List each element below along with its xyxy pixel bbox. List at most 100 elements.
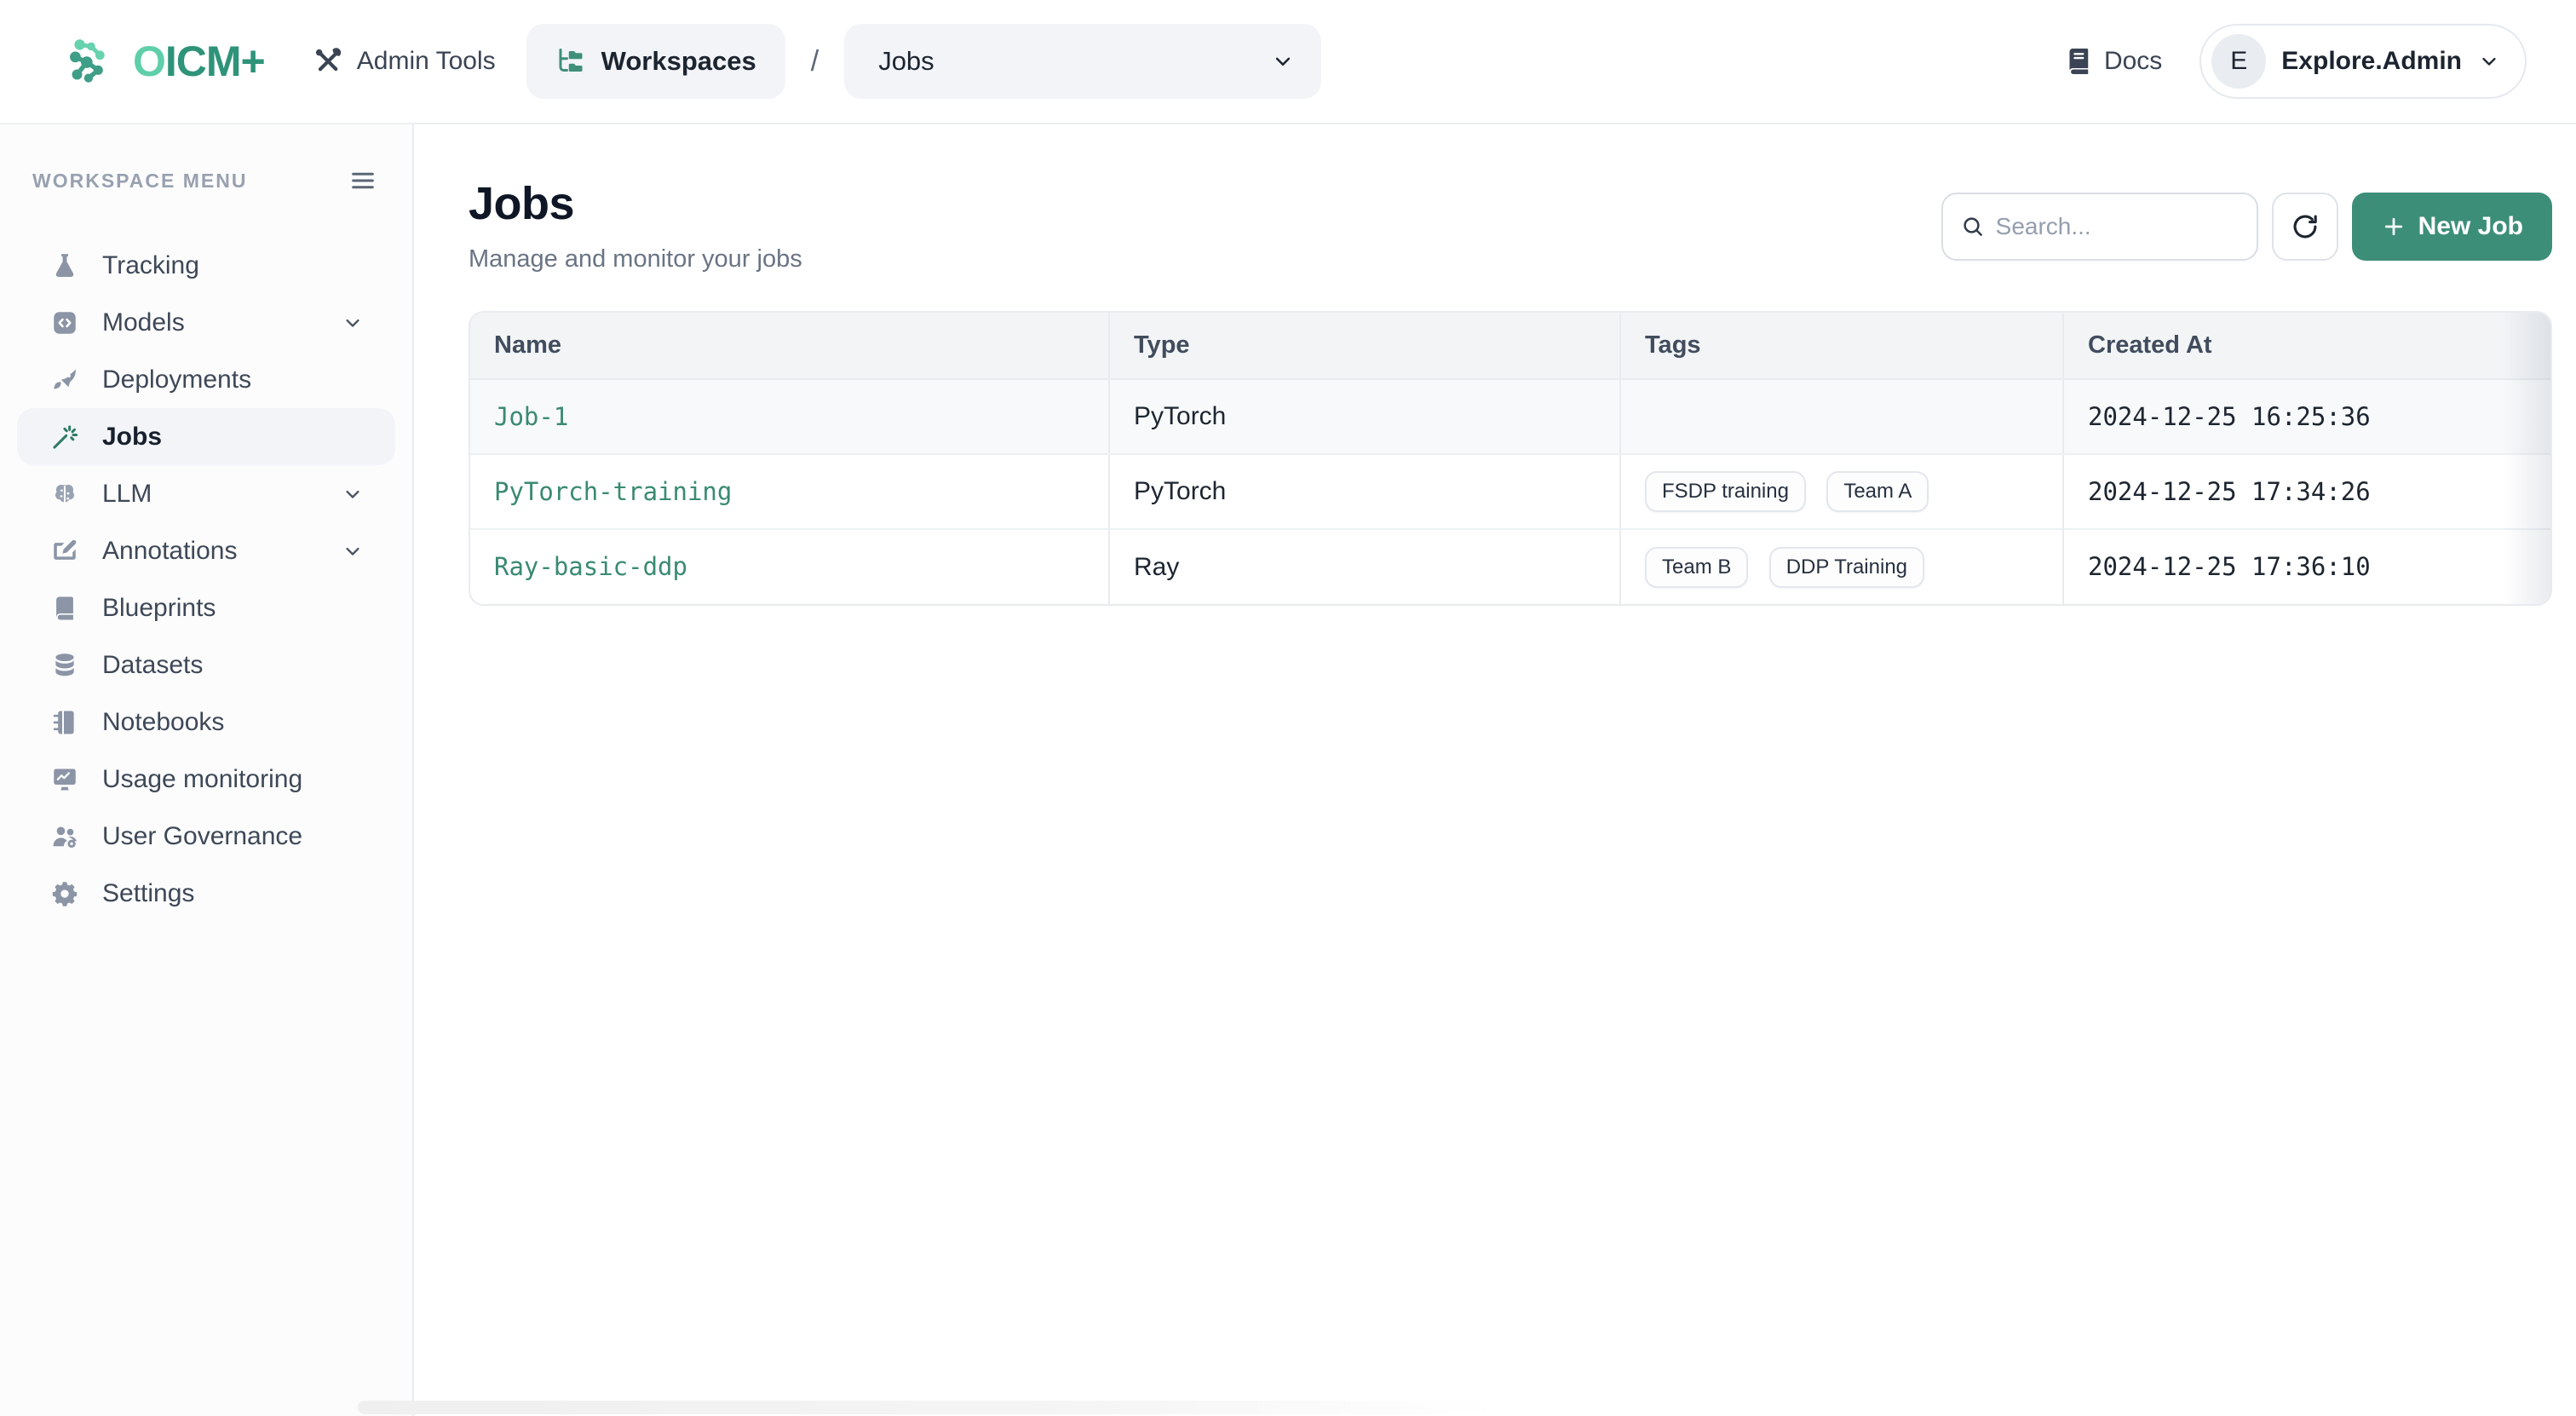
folder-tree-icon (555, 46, 586, 77)
workspaces-label: Workspaces (601, 46, 756, 77)
tag-badge: FSDP training (1645, 471, 1806, 512)
plus-icon (2381, 214, 2406, 239)
notebook-icon (49, 707, 80, 738)
sidebar-item-label: Usage monitoring (102, 765, 302, 794)
sidebar: WORKSPACE MENU Tracking Models (0, 124, 414, 1416)
job-name-link[interactable]: PyTorch-training (494, 477, 732, 506)
sidebar-item-label: Notebooks (102, 708, 224, 737)
hamburger-icon (348, 166, 377, 195)
workspaces-button[interactable]: Workspaces (526, 24, 785, 99)
tag-badge: Team A (1826, 471, 1929, 512)
chevron-down-icon (2477, 49, 2501, 73)
jobs-table: Name Type Tags Created At Job-1 PyTorch … (469, 311, 2552, 606)
users-gear-icon (49, 821, 80, 852)
job-name-link[interactable]: Ray-basic-ddp (494, 552, 687, 581)
job-name-link[interactable]: Job-1 (494, 402, 568, 431)
docs-label: Docs (2104, 47, 2162, 76)
table-header-row: Name Type Tags Created At (470, 313, 2550, 379)
sidebar-item-models[interactable]: Models (17, 294, 395, 351)
brain-icon (49, 479, 80, 509)
book-icon (49, 593, 80, 624)
tag-badge: Team B (1645, 547, 1748, 588)
column-header-created-at: Created At (2063, 313, 2550, 379)
job-tags-cell (1620, 379, 2063, 454)
monitor-chart-icon (49, 764, 80, 795)
sidebar-item-annotations[interactable]: Annotations (17, 522, 395, 579)
column-header-name: Name (470, 313, 1109, 379)
sidebar-item-label: Blueprints (102, 594, 216, 623)
rocket-icon (49, 365, 80, 395)
wand-sparkles-icon (49, 422, 80, 452)
sidebar-item-label: LLM (102, 480, 152, 509)
sidebar-item-user-governance[interactable]: User Governance (17, 808, 395, 865)
workspace-selector[interactable]: Jobs (844, 24, 1321, 99)
job-tags-cell: FSDP training Team A (1620, 454, 2063, 529)
sidebar-item-blueprints[interactable]: Blueprints (17, 579, 395, 636)
sidebar-item-label: Annotations (102, 537, 237, 566)
sidebar-item-tracking[interactable]: Tracking (17, 237, 395, 294)
search-input[interactable] (1996, 213, 2240, 240)
sidebar-nav: Tracking Models (0, 237, 412, 922)
column-header-type: Type (1109, 313, 1620, 379)
table-row: Job-1 PyTorch 2024-12-25 16:25:36 (470, 379, 2550, 454)
created-at-value: 2024-12-25 17:36:10 (2088, 552, 2371, 581)
table-row: PyTorch-training PyTorch FSDP training T… (470, 454, 2550, 529)
page-title: Jobs (469, 177, 802, 230)
admin-tools-button[interactable]: Admin Tools (313, 46, 496, 77)
created-at-value: 2024-12-25 17:34:26 (2088, 477, 2371, 506)
admin-tools-label: Admin Tools (357, 47, 496, 76)
sidebar-item-label: Datasets (102, 651, 203, 680)
user-name: Explore.Admin (2281, 47, 2462, 76)
workspace-menu-label: WORKSPACE MENU (32, 170, 247, 193)
sidebar-item-jobs[interactable]: Jobs (17, 408, 395, 465)
created-at-value: 2024-12-25 16:25:36 (2088, 402, 2371, 431)
book-icon (2063, 46, 2094, 77)
sidebar-collapse-button[interactable] (344, 162, 382, 199)
job-type: PyTorch (1134, 402, 1226, 430)
logo-molecule-icon (63, 33, 119, 89)
user-menu[interactable]: E Explore.Admin (2199, 24, 2527, 99)
edit-square-icon (49, 536, 80, 567)
chevron-down-icon (341, 482, 365, 506)
sidebar-item-notebooks[interactable]: Notebooks (17, 694, 395, 751)
new-job-label: New Job (2418, 212, 2523, 241)
flask-icon (49, 250, 80, 281)
sidebar-item-label: User Governance (102, 822, 302, 851)
refresh-button[interactable] (2272, 193, 2338, 261)
tag-badge: DDP Training (1769, 547, 1924, 588)
sidebar-item-usage-monitoring[interactable]: Usage monitoring (17, 751, 395, 808)
column-header-tags: Tags (1620, 313, 2063, 379)
code-square-icon (49, 308, 80, 338)
sidebar-item-label: Tracking (102, 251, 199, 280)
job-type: PyTorch (1134, 477, 1226, 505)
sidebar-item-datasets[interactable]: Datasets (17, 636, 395, 694)
sidebar-item-label: Jobs (102, 423, 162, 452)
admin-tools-icon (313, 46, 343, 77)
job-type: Ray (1134, 553, 1179, 581)
breadcrumb-separator: / (811, 45, 819, 78)
database-icon (49, 650, 80, 681)
topbar: OICM+ Admin Tools (0, 0, 2576, 124)
chevron-down-icon (341, 539, 365, 563)
refresh-icon (2291, 212, 2320, 241)
page-subtitle: Manage and monitor your jobs (469, 245, 802, 273)
chevron-down-icon (341, 311, 365, 335)
sidebar-item-llm[interactable]: LLM (17, 465, 395, 522)
new-job-button[interactable]: New Job (2352, 193, 2552, 261)
sidebar-item-label: Settings (102, 879, 194, 908)
horizontal-scrollbar[interactable] (358, 1401, 1499, 1414)
logo-text: OICM+ (133, 37, 265, 86)
gear-icon (49, 878, 80, 909)
search-box (1941, 193, 2258, 261)
logo[interactable]: OICM+ (63, 33, 265, 89)
sidebar-item-label: Models (102, 308, 185, 337)
table-row: Ray-basic-ddp Ray Team B DDP Training 20… (470, 529, 2550, 604)
search-icon (1960, 214, 1986, 239)
job-tags-cell: Team B DDP Training (1620, 529, 2063, 604)
sidebar-item-label: Deployments (102, 366, 251, 394)
sidebar-item-deployments[interactable]: Deployments (17, 351, 395, 408)
workspace-selector-value: Jobs (878, 46, 934, 77)
docs-button[interactable]: Docs (2063, 46, 2162, 77)
sidebar-item-settings[interactable]: Settings (17, 865, 395, 922)
chevron-down-icon (1270, 49, 1296, 74)
